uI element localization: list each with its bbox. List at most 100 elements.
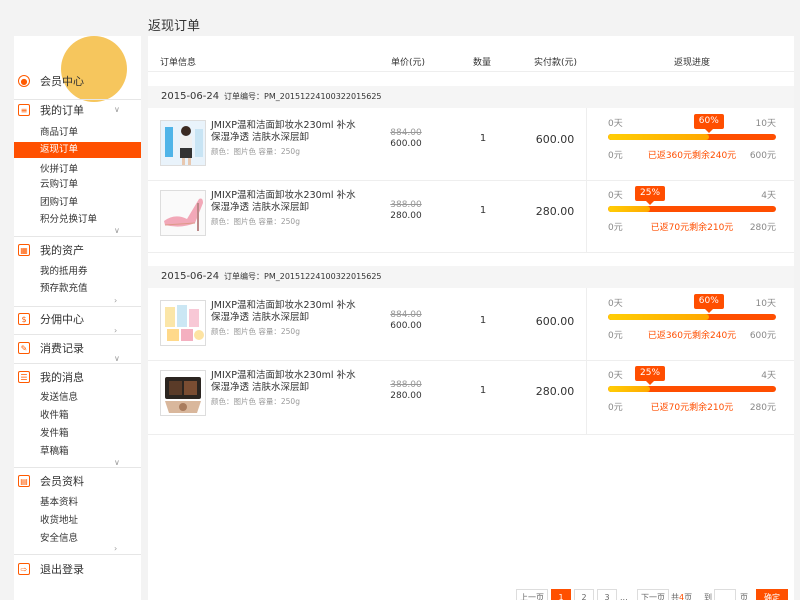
confirm-button[interactable]: 确定	[756, 589, 788, 600]
order-number: 订单编号：PM_20151224100322015625	[224, 272, 382, 281]
product-attrs: 颜色：图片色 容量：250g	[211, 147, 300, 156]
progress-end-day: 10天	[755, 119, 776, 129]
sidebar-subitem-deposit[interactable]: 预存款充值	[14, 281, 141, 297]
next-page-button[interactable]: 下一页	[637, 589, 669, 600]
sidebar-subitem-inbox[interactable]: 收件箱	[14, 408, 141, 424]
product-image[interactable]	[160, 300, 206, 346]
sidebar-subitem-address[interactable]: 收货地址	[14, 513, 141, 529]
sidebar-subitem-points-orders[interactable]: 积分兑换订单	[14, 212, 141, 228]
user-icon: ●	[18, 75, 30, 87]
divider	[148, 180, 586, 181]
sidebar-item-label: 我的订单	[40, 104, 84, 117]
divider	[14, 467, 141, 468]
progress-bar	[608, 134, 776, 140]
page-button-2[interactable]: 2	[574, 589, 594, 600]
divider	[586, 180, 794, 181]
chevron-down-icon[interactable]: ∨	[114, 226, 120, 235]
progress-bar	[608, 314, 776, 320]
sidebar-item-my-orders[interactable]: ≡ 我的订单 ∨	[14, 101, 141, 119]
divider	[148, 360, 794, 361]
progress-end-day: 10天	[755, 299, 776, 309]
sidebar-item-logout[interactable]: ⇨ 退出登录	[14, 560, 141, 578]
sidebar-subitem-product-orders[interactable]: 商品订单	[14, 125, 141, 141]
prev-page-button[interactable]: 上一页	[516, 589, 548, 600]
product-image[interactable]	[160, 120, 206, 166]
progress-end-amount: 280元	[749, 223, 776, 233]
chevron-right-icon[interactable]: ›	[114, 544, 117, 553]
progress-end-amount: 600元	[749, 331, 776, 341]
edit-icon: ✎	[18, 342, 30, 354]
page-button-3[interactable]: 3	[597, 589, 617, 600]
order-icon: ≡	[18, 104, 30, 116]
progress-bar	[608, 206, 776, 212]
page-button-1[interactable]: 1	[551, 589, 571, 600]
total-prefix: 共	[671, 593, 679, 600]
divider	[14, 306, 141, 307]
sidebar-item-member-center[interactable]: ● 会员中心	[14, 72, 141, 90]
divider	[586, 288, 587, 434]
header-quantity: 数量	[473, 58, 492, 68]
product-name[interactable]: JMIXP温和洁面卸妆水230ml 补水保湿净透 洁肤水深层卸	[211, 190, 361, 214]
sidebar-subitem-send-message[interactable]: 发送信息	[14, 390, 141, 406]
sidebar-item-my-messages[interactable]: ☰ 我的消息	[14, 368, 141, 386]
product-image[interactable]	[160, 190, 206, 236]
sidebar-subitem-drafts[interactable]: 草稿箱	[14, 444, 141, 460]
chevron-right-icon[interactable]: ›	[114, 296, 117, 305]
sidebar-subitem-group-buy-orders[interactable]: 伙拼订单	[14, 162, 141, 178]
sidebar-subitem-coupons[interactable]: 我的抵用券	[14, 264, 141, 280]
unit-price: 600.00	[390, 139, 422, 149]
order-date: 2015-06-24	[161, 271, 220, 282]
header-order-info: 订单信息	[160, 58, 197, 68]
unit-price: 280.00	[390, 391, 422, 401]
progress-start-day: 0天	[608, 371, 623, 381]
goto-label: 到	[704, 593, 712, 600]
product-name[interactable]: JMIXP温和洁面卸妆水230ml 补水保湿净透 洁肤水深层卸	[211, 120, 361, 144]
message-icon: ☰	[18, 371, 30, 383]
money-bag-icon: $	[18, 313, 30, 325]
table-header: 订单信息 单价(元) 数量 实付款(元) 返现进度	[148, 52, 794, 72]
chevron-down-icon[interactable]: ∨	[114, 105, 120, 114]
chevron-down-icon[interactable]: ∨	[114, 458, 120, 467]
sidebar-item-label: 分佣中心	[40, 313, 84, 326]
wallet-icon: ▦	[18, 244, 30, 256]
page-jump-input[interactable]	[714, 589, 736, 600]
product-name[interactable]: JMIXP温和洁面卸妆水230ml 补水保湿净透 洁肤水深层卸	[211, 370, 361, 394]
paid-amount: 600.00	[535, 315, 575, 328]
original-price: 884.00	[390, 310, 422, 320]
sidebar-item-label: 我的消息	[40, 371, 84, 384]
paid-amount: 280.00	[535, 385, 575, 398]
header-progress: 返现进度	[674, 58, 711, 68]
pagination-ellipsis: ...	[620, 593, 628, 600]
divider	[14, 363, 141, 364]
chevron-down-icon[interactable]: ∨	[114, 354, 120, 363]
sidebar-subitem-outbox[interactable]: 发件箱	[14, 426, 141, 442]
original-price: 388.00	[390, 200, 422, 210]
original-price: 884.00	[390, 128, 422, 138]
sidebar-item-label: 退出登录	[40, 563, 84, 576]
sidebar-subitem-cashback-orders[interactable]: 返现订单	[14, 142, 141, 158]
sidebar-subitem-team-orders[interactable]: 团购订单	[14, 195, 141, 211]
progress-badge: 60%	[693, 114, 724, 133]
product-image[interactable]	[160, 370, 206, 416]
progress-bar	[608, 386, 776, 392]
sidebar-subitem-basic-info[interactable]: 基本资料	[14, 495, 141, 511]
sidebar-subitem-cloud-orders[interactable]: 云购订单	[14, 177, 141, 193]
quantity: 1	[479, 385, 487, 396]
divider	[14, 99, 141, 100]
sidebar-item-commission[interactable]: $ 分佣中心	[14, 310, 141, 328]
progress-start-day: 0天	[608, 191, 623, 201]
order-header: 2015-06-24 订单编号：PM_20151224100322015625	[148, 86, 794, 108]
orders-panel: 订单信息 单价(元) 数量 实付款(元) 返现进度 2015-06-24 订单编…	[148, 36, 794, 600]
sidebar-item-member-profile[interactable]: ▤ 会员资料	[14, 472, 141, 490]
sidebar-item-label: 会员资料	[40, 475, 84, 488]
progress-start-day: 0天	[608, 119, 623, 129]
unit-price: 280.00	[390, 211, 422, 221]
sidebar-subitem-security[interactable]: 安全信息	[14, 531, 141, 547]
sidebar-item-consumption[interactable]: ✎ 消费记录	[14, 339, 141, 357]
product-name[interactable]: JMIXP温和洁面卸妆水230ml 补水保湿净透 洁肤水深层卸	[211, 300, 361, 324]
header-unit-price: 单价(元)	[391, 58, 426, 68]
progress-bar-fill	[608, 386, 650, 392]
paid-amount: 280.00	[535, 205, 575, 218]
sidebar-item-my-assets[interactable]: ▦ 我的资产	[14, 241, 141, 259]
avatar[interactable]	[61, 36, 127, 102]
